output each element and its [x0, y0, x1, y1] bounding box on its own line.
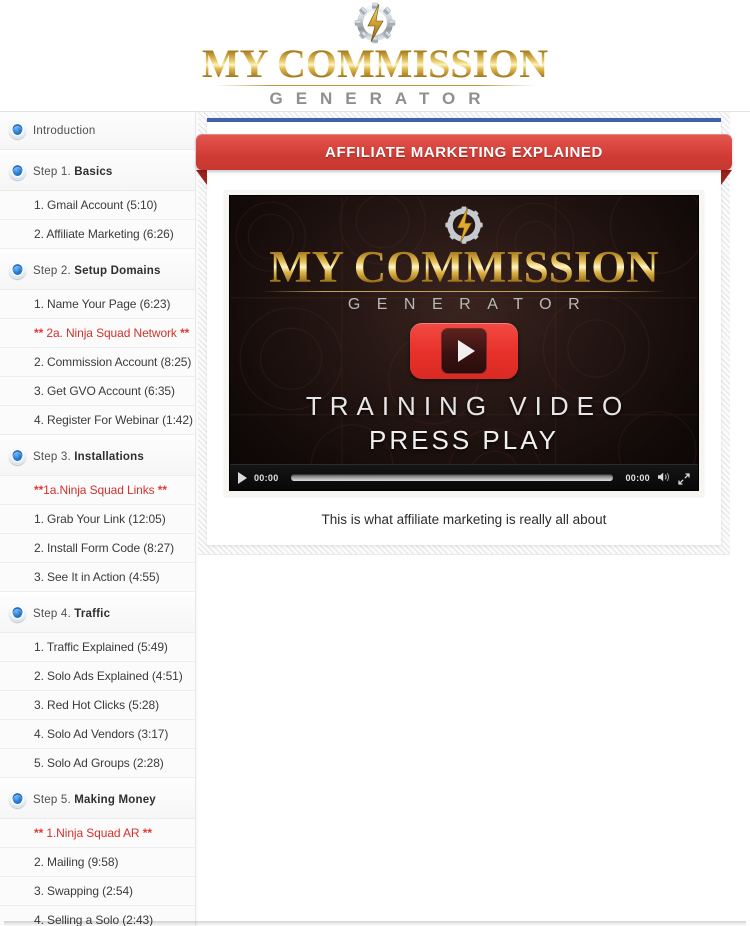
video-headline-1: TRAINING VIDEO [305, 391, 631, 421]
sidebar-item[interactable]: 3. Swapping (2:54) [0, 877, 195, 906]
big-play-button-inner [441, 328, 487, 374]
fullscreen-icon[interactable] [678, 472, 690, 485]
video-headline-2: PRESS PLAY [369, 425, 559, 455]
sidebar-item[interactable]: 1. Gmail Account (5:10) [0, 191, 195, 220]
play-triangle-icon [458, 340, 475, 362]
sidebar-item[interactable]: ** 2a. Ninja Squad Network ** [0, 319, 195, 348]
video-poster: MY COMMISSION GENERATOR TRAINING VIDEO P [230, 196, 698, 490]
volume-icon[interactable] [657, 471, 671, 485]
sidebar-item[interactable]: 2. Affiliate Marketing (6:26) [0, 220, 195, 249]
video-logo-wordmark: MY COMMISSION [269, 242, 659, 292]
sidebar-item[interactable]: 5. Solo Ad Groups (2:28) [0, 749, 195, 778]
main-content: AFFILIATE MARKETING EXPLAINED MY COMMISS… [196, 112, 750, 632]
blue-radio-bullet-icon [9, 122, 26, 139]
body-area: Introduction Step 1. Basics 1. Gmail Accou… [0, 112, 750, 926]
blue-radio-bullet-icon [9, 163, 26, 180]
blue-radio-bullet-icon [9, 448, 26, 465]
sidebar-item[interactable]: 2. Mailing (9:58) [0, 848, 195, 877]
sidebar-section-setup-domains[interactable]: Step 2. Setup Domains [0, 252, 195, 290]
sidebar-section-label: Step 3. Installations [33, 450, 144, 463]
nav-group: Introduction [0, 112, 195, 150]
lesson-title: AFFILIATE MARKETING EXPLAINED [325, 143, 603, 161]
ribbon-fold-left [196, 170, 207, 185]
play-icon[interactable] [238, 471, 247, 484]
nav-group: Step 5. Making Money ** 1.Ninja Squad AR … [0, 778, 195, 926]
course-navigation-sidebar: Introduction Step 1. Basics 1. Gmail Accou… [0, 112, 196, 926]
logo-wordmark: MY COMMISSION [198, 44, 552, 84]
sidebar-item[interactable]: 4. Register For Webinar (1:42) [0, 406, 195, 435]
site-logo[interactable]: MY COMMISSION GENERATOR [0, 2, 750, 109]
big-play-button[interactable] [410, 323, 518, 379]
sidebar-item[interactable]: 2. Solo Ads Explained (4:51) [0, 662, 195, 691]
sidebar-item[interactable]: 2. Commission Account (8:25) [0, 348, 195, 377]
video-gear-lightning-icon [437, 205, 491, 247]
sidebar-section-installations[interactable]: Step 3. Installations [0, 438, 195, 476]
lesson-caption: This is what affiliate marketing is real… [321, 512, 607, 527]
sidebar-section-label: Step 4. Traffic [33, 607, 111, 620]
sidebar-item[interactable]: ** 1.Ninja Squad AR ** [0, 819, 195, 848]
sidebar-item[interactable]: 1. Traffic Explained (5:49) [0, 633, 195, 662]
sidebar-section-basics[interactable]: Step 1. Basics [0, 153, 195, 191]
sidebar-section-making-money[interactable]: Step 5. Making Money [0, 781, 195, 819]
video-controls-bar: 00:00 00:00 [230, 464, 698, 490]
sidebar-section-label: Step 5. Making Money [33, 793, 156, 806]
sidebar-section-label: Introduction [33, 124, 96, 137]
sidebar-item[interactable]: 1. Grab Your Link (12:05) [0, 505, 195, 534]
sidebar-section-label: Step 1. Basics [33, 165, 113, 178]
video-player[interactable]: MY COMMISSION GENERATOR TRAINING VIDEO P [229, 195, 699, 491]
sidebar-item[interactable]: 4. Solo Ad Vendors (3:17) [0, 720, 195, 749]
sidebar-section-traffic[interactable]: Step 4. Traffic [0, 595, 195, 633]
video-progress-slider[interactable] [290, 474, 614, 481]
nav-group: Step 1. Basics 1. Gmail Account (5:10) 2. … [0, 150, 195, 249]
nav-group: Step 2. Setup Domains 1. Name Your Page (… [0, 249, 195, 435]
page-bottom-shadow [4, 921, 746, 926]
gear-lightning-bolt-icon [346, 2, 404, 46]
sidebar-item[interactable]: 2. Install Form Code (8:27) [0, 534, 195, 563]
lesson-card: AFFILIATE MARKETING EXPLAINED MY COMMISS… [196, 118, 732, 545]
lesson-title-ribbon: AFFILIATE MARKETING EXPLAINED [196, 134, 732, 185]
current-time-label: 00:00 [254, 472, 279, 483]
nav-group: Step 4. Traffic 1. Traffic Explained (5:4… [0, 592, 195, 778]
video-logo-divider [263, 291, 665, 292]
sidebar-item[interactable]: **1a.Ninja Squad Links ** [0, 476, 195, 505]
ribbon-body: AFFILIATE MARKETING EXPLAINED [196, 134, 732, 170]
video-frame: MY COMMISSION GENERATOR TRAINING VIDEO P [224, 190, 704, 496]
sidebar-section-label: Step 2. Setup Domains [33, 264, 161, 277]
sidebar-section-introduction[interactable]: Introduction [0, 112, 195, 150]
sidebar-item[interactable]: 1. Name Your Page (6:23) [0, 290, 195, 319]
content-hatched-frame: AFFILIATE MARKETING EXPLAINED MY COMMISS… [196, 112, 732, 555]
duration-label: 00:00 [625, 472, 650, 483]
video-logo-subtitle: GENERATOR [347, 296, 597, 313]
blue-radio-bullet-icon [9, 262, 26, 279]
page-root: MY COMMISSION GENERATOR Introduction Step… [0, 0, 750, 926]
blue-radio-bullet-icon [9, 791, 26, 808]
sidebar-item[interactable]: 3. Red Hot Clicks (5:28) [0, 691, 195, 720]
nav-group: Step 3. Installations **1a.Ninja Squad Li… [0, 435, 195, 592]
ribbon-fold-right [721, 170, 732, 185]
sidebar-item[interactable]: 3. Get GVO Account (6:35) [0, 377, 195, 406]
blue-radio-bullet-icon [9, 605, 26, 622]
sidebar-item[interactable]: 3. See It in Action (4:55) [0, 563, 195, 592]
logo-subtitle: GENERATOR [269, 89, 494, 108]
site-header: MY COMMISSION GENERATOR [0, 0, 750, 112]
